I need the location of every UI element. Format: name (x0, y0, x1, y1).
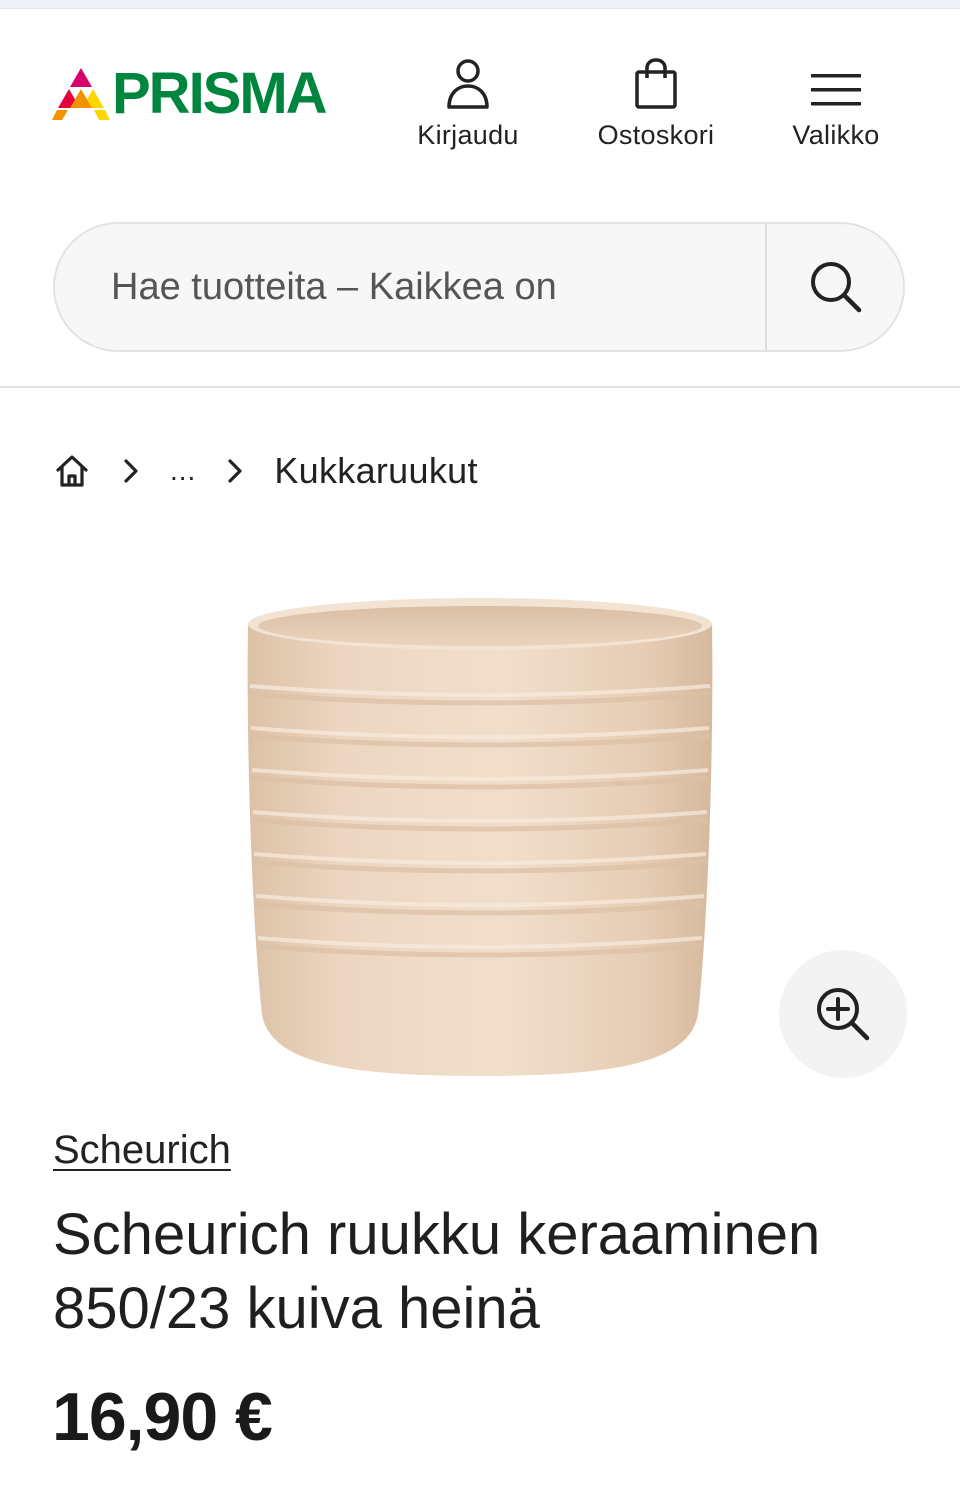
product-image[interactable] (240, 594, 720, 1080)
breadcrumb: ... Kukkaruukut (52, 448, 478, 494)
top-status-strip (0, 0, 960, 9)
home-icon (56, 455, 88, 487)
product-brand-link[interactable]: Scheurich (53, 1128, 231, 1173)
cart-label: Ostoskori (597, 120, 715, 150)
prisma-logo[interactable]: PRISMA (52, 61, 328, 126)
login-label: Kirjaudu (417, 120, 519, 150)
header-divider (0, 386, 960, 388)
breadcrumb-ellipsis[interactable]: ... (170, 455, 196, 487)
chevron-right-icon (224, 456, 246, 486)
ceramic-pot-illustration (247, 598, 713, 1076)
cart-button[interactable]: Ostoskori (581, 54, 731, 151)
chevron-right-icon (120, 456, 142, 486)
breadcrumb-current[interactable]: Kukkaruukut (274, 450, 477, 492)
user-icon (447, 59, 489, 109)
search-input[interactable] (55, 224, 765, 350)
logo-wordmark: PRISMA (112, 61, 328, 126)
product-title: Scheurich ruukku keraaminen 850/23 kuiva… (53, 1202, 821, 1341)
search-icon (811, 262, 862, 313)
search-bar (53, 222, 905, 352)
prisma-logo-mark-icon (52, 68, 110, 120)
breadcrumb-home[interactable] (52, 451, 92, 491)
zoom-in-icon (817, 988, 870, 1041)
site-header: PRISMA Kirjaudu Ostoskori Valikko (0, 9, 960, 189)
login-button[interactable]: Kirjaudu (393, 54, 543, 151)
search-button[interactable] (767, 224, 903, 350)
menu-button[interactable]: Valikko (761, 54, 911, 151)
shopping-bag-icon (635, 58, 677, 109)
hamburger-menu-icon (811, 74, 861, 106)
zoom-button[interactable] (779, 950, 907, 1078)
product-price: 16,90 € (52, 1379, 273, 1455)
menu-label: Valikko (792, 120, 880, 150)
